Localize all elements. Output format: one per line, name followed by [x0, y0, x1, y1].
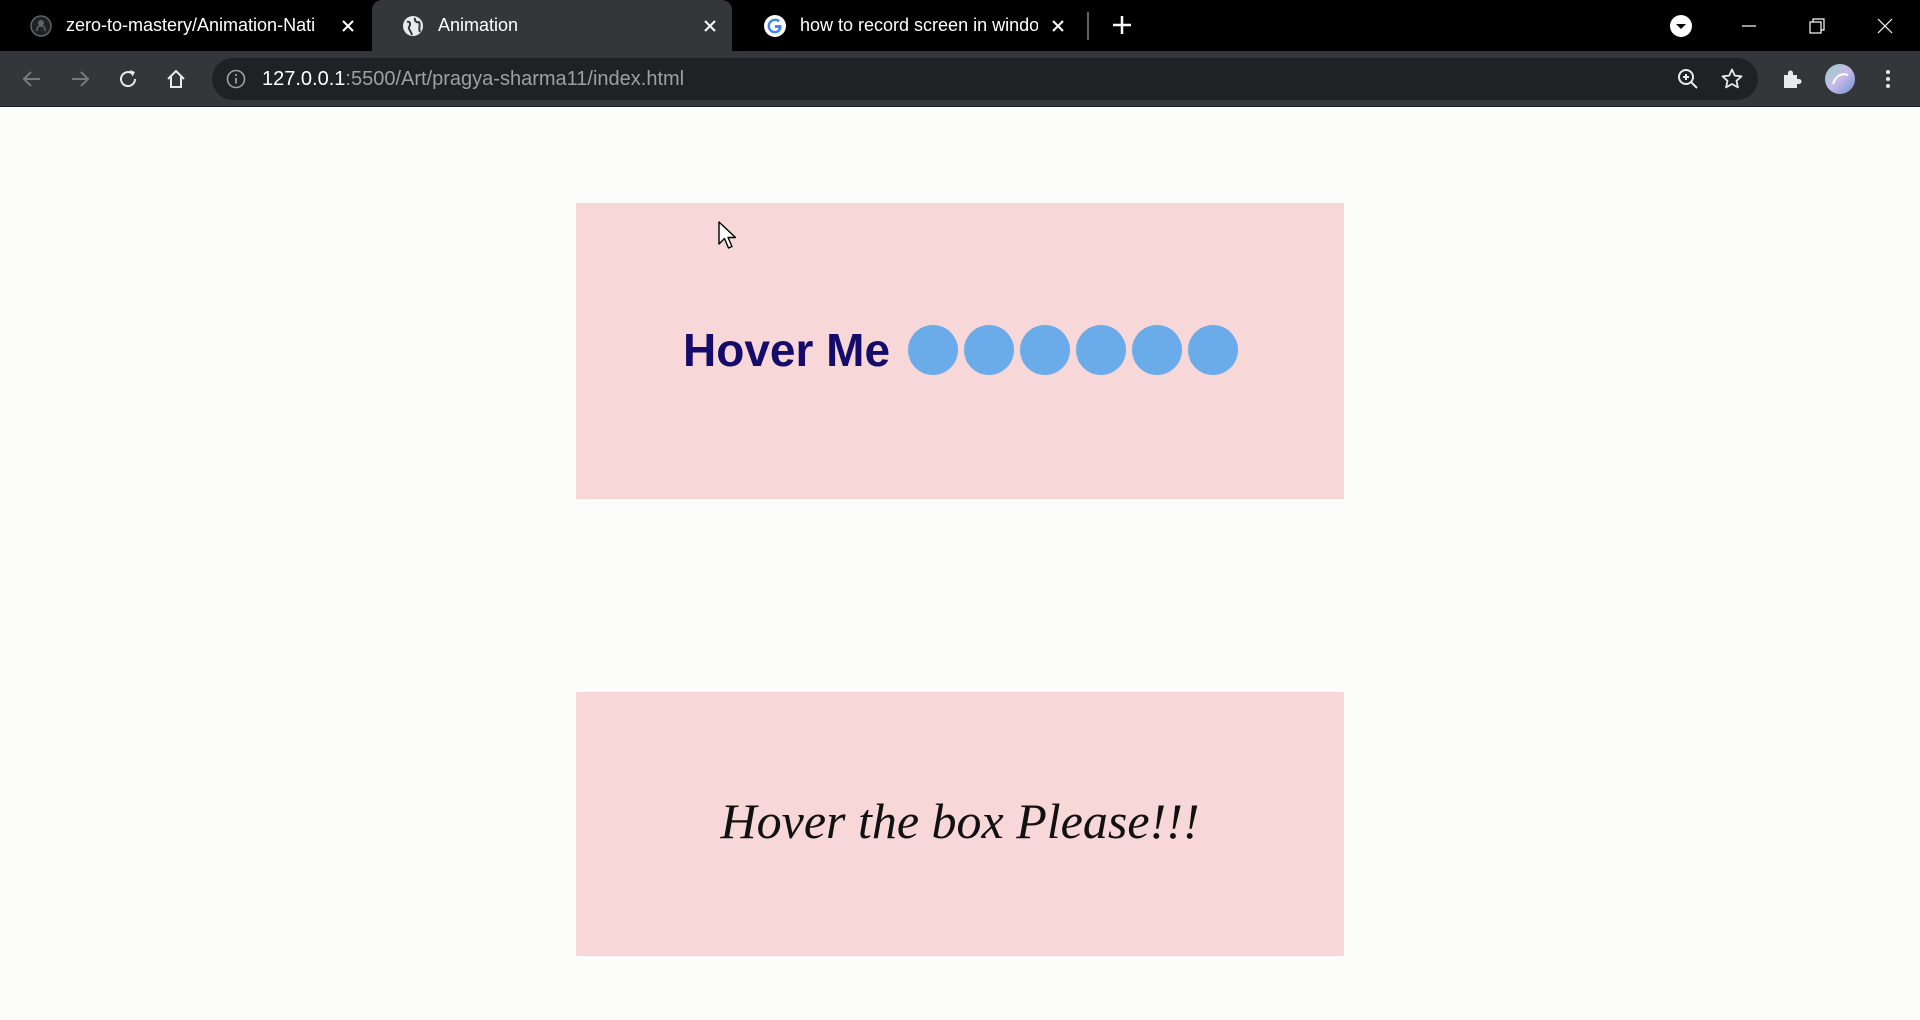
tab-animation[interactable]: Animation: [372, 0, 732, 51]
avatar-icon: [1825, 64, 1855, 94]
close-icon: [1877, 18, 1893, 33]
menu-button[interactable]: [1872, 63, 1904, 95]
hover-box-please[interactable]: Hover the box Please!!!: [576, 692, 1344, 956]
loading-dot: [1132, 325, 1183, 375]
url-host: 127.0.0.1: [262, 68, 346, 90]
reload-button[interactable]: [112, 63, 144, 95]
tab-title: Animation: [438, 15, 519, 35]
url-path: :5500/Art/pragya-sharma11/index.html: [345, 68, 685, 90]
mouse-cursor-icon: [718, 221, 737, 249]
globe-icon: [402, 15, 424, 37]
close-icon[interactable]: [338, 16, 358, 36]
new-tab-button[interactable]: [1108, 11, 1136, 39]
plus-icon: [1113, 16, 1131, 34]
reload-icon: [120, 70, 137, 88]
loading-dot: [1076, 325, 1127, 375]
restore-icon: [1809, 17, 1825, 34]
zoom-icon[interactable]: [1676, 67, 1700, 91]
hover-box-please-text: Hover the box Please!!!: [720, 793, 1200, 849]
home-icon: [167, 69, 185, 88]
minimize-icon: [1742, 24, 1756, 27]
page-viewport: Hover Me Hover the box Please!!!: [0, 107, 1920, 1020]
tab-title: zero-to-mastery/Animation-Nati: [66, 15, 316, 35]
home-button[interactable]: [160, 63, 192, 95]
close-icon[interactable]: [700, 16, 720, 36]
puzzle-icon: [1784, 70, 1802, 88]
tab-strip: zero-to-mastery/Animation-Nati Animation…: [0, 0, 1920, 51]
browser-toolbar: 127.0.0.1:5500/Art/pragya-sharma11/index…: [0, 51, 1920, 107]
tab-divider: [1087, 12, 1089, 40]
arrow-left-icon: [22, 71, 40, 87]
github-icon: [30, 14, 52, 37]
close-window-button[interactable]: [1851, 0, 1919, 51]
more-vertical-icon: [1886, 70, 1890, 88]
hover-me-text: Hover Me: [683, 324, 891, 376]
tab-title: how to record screen in windows: [800, 15, 1038, 35]
star-icon[interactable]: [1720, 67, 1744, 91]
profile-avatar[interactable]: [1824, 63, 1856, 95]
hover-me-box[interactable]: Hover Me: [576, 203, 1344, 499]
tab-github[interactable]: zero-to-mastery/Animation-Nati: [0, 0, 370, 51]
tab-google-search[interactable]: how to record screen in windows: [734, 0, 1080, 51]
restore-button[interactable]: [1783, 0, 1851, 51]
url-text[interactable]: 127.0.0.1:5500/Art/pragya-sharma11/index…: [262, 58, 684, 100]
loading-dot: [908, 325, 959, 375]
google-icon: [764, 14, 786, 37]
hover-me-row: Hover Me: [683, 324, 1244, 376]
loading-dot: [1188, 325, 1239, 375]
loading-dot: [1020, 325, 1071, 375]
forward-button[interactable]: [64, 63, 96, 95]
tab-search-icon: [1670, 14, 1692, 37]
back-button[interactable]: [16, 63, 48, 95]
info-icon[interactable]: [226, 69, 246, 89]
address-bar[interactable]: 127.0.0.1:5500/Art/pragya-sharma11/index…: [212, 58, 1758, 100]
minimize-button[interactable]: [1715, 0, 1783, 51]
close-icon[interactable]: [1048, 16, 1068, 36]
tab-search-button[interactable]: [1647, 0, 1715, 51]
arrow-right-icon: [72, 71, 90, 87]
loading-dot: [964, 325, 1015, 375]
extensions-button[interactable]: [1776, 63, 1808, 95]
